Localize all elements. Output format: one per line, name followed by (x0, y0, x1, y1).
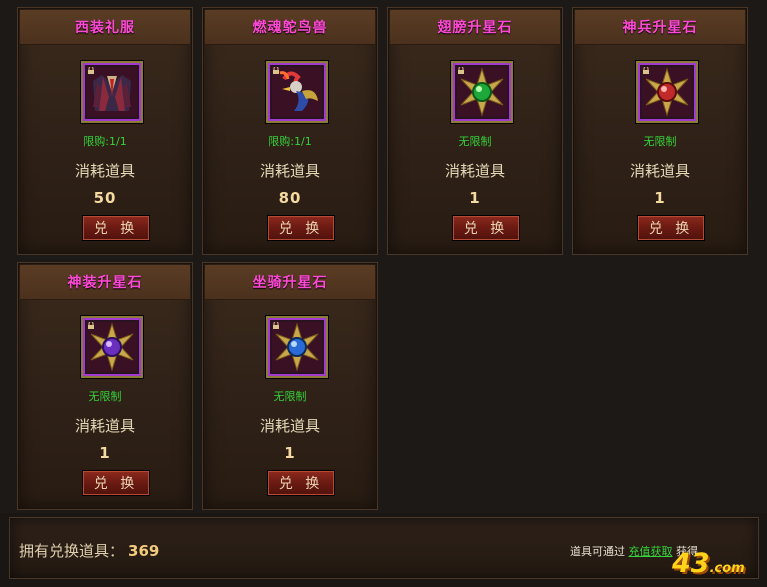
purchase-limit: 无限制 (88, 390, 122, 403)
item-title: 神兵升星石 (622, 20, 698, 36)
shop-item-card: 神装升星石 无限制 消耗道具 1 兑 换 (17, 262, 193, 510)
cost-value: 1 (99, 444, 111, 462)
cost-value: 1 (284, 444, 296, 462)
exchange-button[interactable]: 兑 换 (267, 215, 335, 241)
shop-item-card: 西装礼服 限购:1/1 消耗道具 50 兑 换 (17, 7, 193, 255)
purple-star-stone-icon[interactable] (81, 316, 143, 378)
owned-label: 拥有兑换道具： (19, 542, 125, 560)
blue-star-stone-icon[interactable] (266, 316, 328, 378)
shop-item-card: 坐骑升星石 无限制 消耗道具 1 兑 换 (202, 262, 378, 510)
cost-label: 消耗道具 (444, 162, 505, 180)
owned-value: 369 (128, 542, 160, 560)
purchase-limit: 无限制 (458, 135, 492, 148)
cost-label: 消耗道具 (629, 162, 690, 180)
card-header: 神兵升星石 (575, 10, 745, 45)
item-title: 翅膀升星石 (437, 20, 513, 36)
watermark-brand: 43 (672, 548, 710, 579)
purchase-limit: 无限制 (643, 135, 677, 148)
lock-icon (273, 67, 279, 74)
exchange-button[interactable]: 兑 换 (82, 215, 150, 241)
lock-icon (458, 67, 464, 74)
cost-value: 1 (654, 189, 666, 207)
lock-icon (88, 67, 94, 74)
cost-label: 消耗道具 (74, 162, 135, 180)
exchange-shop-panel: 西装礼服 限购:1/1 消耗道具 50 兑 换 燃魂鸵鸟兽 限购:1/1 消耗道… (0, 0, 767, 513)
cost-label: 消耗道具 (74, 417, 135, 435)
item-title: 西装礼服 (75, 20, 135, 36)
cost-label: 消耗道具 (259, 162, 320, 180)
card-header: 西装礼服 (20, 10, 190, 45)
card-header: 坐骑升星石 (205, 265, 375, 300)
lock-icon (88, 322, 94, 329)
purchase-limit: 限购:1/1 (83, 135, 127, 148)
shop-item-card: 燃魂鸵鸟兽 限购:1/1 消耗道具 80 兑 换 (202, 7, 378, 255)
lock-icon (643, 67, 649, 74)
ostrich-mount-icon[interactable] (266, 61, 328, 123)
item-title: 神装升星石 (67, 275, 143, 291)
shop-item-card: 神兵升星石 无限制 消耗道具 1 兑 换 (572, 7, 748, 255)
cost-value: 80 (278, 189, 302, 207)
green-star-stone-icon[interactable] (451, 61, 513, 123)
watermark-suffix: .com (709, 561, 745, 576)
item-title: 坐骑升星石 (252, 275, 328, 291)
item-title: 燃魂鸵鸟兽 (252, 20, 328, 36)
recharge-link[interactable]: 充值获取 (629, 545, 673, 558)
cost-label: 消耗道具 (259, 417, 320, 435)
cost-value: 1 (469, 189, 481, 207)
shop-item-card: 翅膀升星石 无限制 消耗道具 1 兑 换 (387, 7, 563, 255)
exchange-button[interactable]: 兑 换 (452, 215, 520, 241)
lock-icon (273, 322, 279, 329)
red-star-stone-icon[interactable] (636, 61, 698, 123)
hint-prefix: 道具可通过 (570, 545, 625, 558)
footer-bar: 拥有兑换道具： 369 道具可通过 充值获取 获得 (9, 517, 759, 579)
suit-costume-icon[interactable] (81, 61, 143, 123)
owned-currency: 拥有兑换道具： 369 (19, 540, 159, 561)
cost-value: 50 (93, 189, 117, 207)
card-header: 神装升星石 (20, 265, 190, 300)
purchase-limit: 无限制 (273, 390, 307, 403)
card-header: 翅膀升星石 (390, 10, 560, 45)
exchange-button[interactable]: 兑 换 (267, 470, 335, 496)
purchase-limit: 限购:1/1 (268, 135, 312, 148)
site-watermark-logo: 43.com (672, 548, 745, 579)
exchange-button[interactable]: 兑 换 (82, 470, 150, 496)
card-header: 燃魂鸵鸟兽 (205, 10, 375, 45)
exchange-button[interactable]: 兑 换 (637, 215, 705, 241)
